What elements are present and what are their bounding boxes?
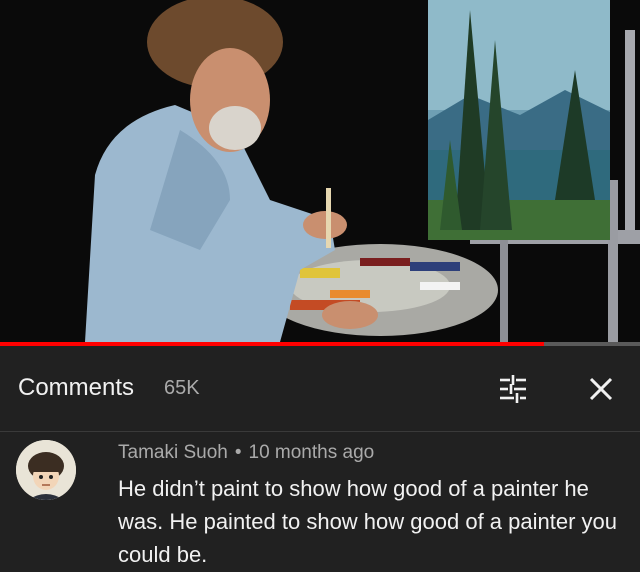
video-frame-painting-scene — [0, 0, 640, 342]
close-icon[interactable] — [585, 373, 617, 405]
comment-text: He didn’t paint to show how good of a pa… — [118, 476, 617, 567]
video-player[interactable] — [0, 0, 640, 342]
avatar-image — [16, 440, 76, 500]
meta-separator: • — [234, 442, 242, 463]
comment-meta: Tamaki Suoh • 10 months ago — [118, 442, 374, 464]
comments-title: Comments — [18, 374, 135, 401]
comment-time: 10 months ago — [248, 442, 375, 463]
comment-item: Tamaki Suoh • 10 months ago He didn’t pain… — [0, 432, 640, 572]
avatar[interactable] — [16, 440, 76, 500]
comments-count: 65K — [164, 377, 200, 399]
comment-author[interactable]: Tamaki Suoh — [118, 442, 228, 463]
sort-filter-icon[interactable] — [496, 372, 530, 406]
comments-header: Comments 65K — [0, 346, 640, 432]
